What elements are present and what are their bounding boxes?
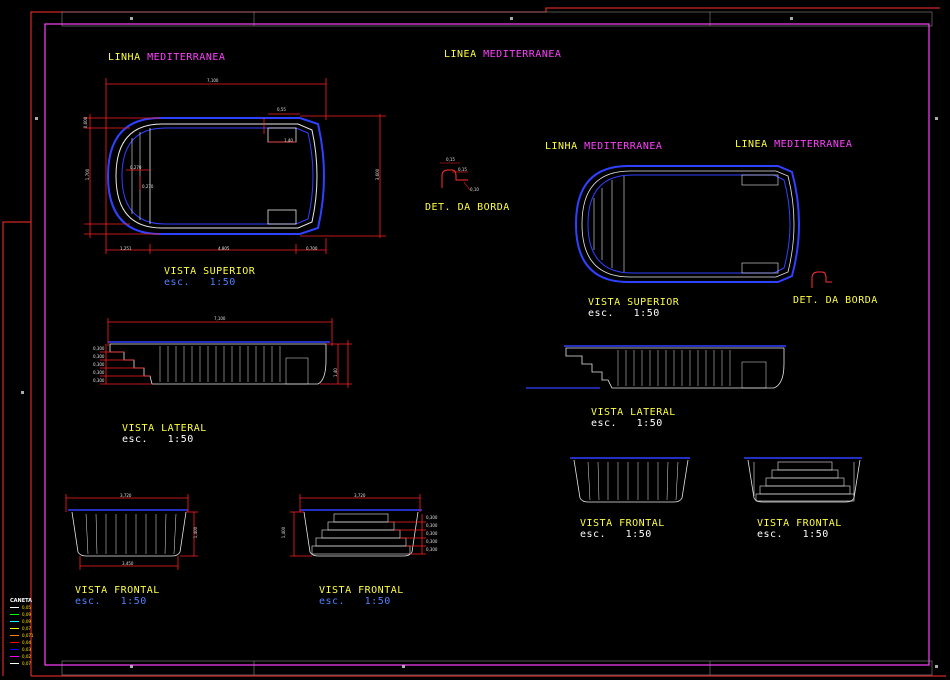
- dim-fr2-top: 3,720: [354, 493, 366, 498]
- dim-top-detail: 0,55: [277, 107, 286, 112]
- dim-top-left-mid: 1,700: [85, 168, 91, 181]
- legend-swatch: [10, 649, 19, 650]
- grip[interactable]: [790, 17, 793, 20]
- dim-fr2-side: 1,400: [281, 526, 287, 539]
- view-title-lateral-right: VISTA LATERAL: [591, 407, 676, 418]
- dim-fr1-side: 1,400: [193, 526, 199, 539]
- grip[interactable]: [130, 665, 133, 668]
- view-title-superior-left: VISTA SUPERIOR: [164, 266, 256, 277]
- dim-fr2-step: 0,300: [426, 539, 438, 544]
- dim-fr2-step: 0,300: [426, 547, 438, 552]
- dim-top-inner-a: 0,270: [130, 165, 142, 170]
- legend-label: 0,05: [22, 605, 31, 610]
- view-title-lateral-left: VISTA LATERAL: [122, 423, 207, 434]
- grip[interactable]: [21, 391, 24, 394]
- legend-label: 0,09: [22, 612, 31, 617]
- legend-swatch: [10, 614, 19, 615]
- dim-det-a: 0,15: [446, 157, 455, 162]
- legend-item: 0,05: [10, 604, 33, 611]
- pen-legend: CANETA 0,05 0,09 0,09 0,07 0,071 0,04 0,03 0,02…: [10, 598, 33, 667]
- cad-drawing-canvas[interactable]: [0, 0, 950, 680]
- legend-item: 0,03: [10, 646, 33, 653]
- dim-top-detail2: 1,40: [284, 138, 293, 143]
- det-borda-left-title: DET. DA BORDA: [425, 202, 510, 213]
- dim-fr1-bottom: 3,450: [122, 561, 134, 566]
- legend-label: 0,071: [22, 633, 34, 638]
- view-scale-frontal-3: esc. 1:50: [580, 529, 652, 540]
- view-scale-superior-right: esc. 1:50: [588, 308, 660, 319]
- legend-item: 0,02: [10, 653, 33, 660]
- legend-label: 0,07: [22, 661, 31, 666]
- dim-top-left-side: 0,600: [83, 116, 89, 129]
- dim-lat-step: 0,300: [93, 362, 105, 367]
- legend-label: 0,07: [22, 626, 31, 631]
- legend-item: 0,04: [10, 639, 33, 646]
- dim-fr2-step: 0,300: [426, 531, 438, 536]
- legend-swatch: [10, 635, 19, 636]
- legend-item: 0,09: [10, 611, 33, 618]
- view-title-frontal-1: VISTA FRONTAL: [75, 585, 160, 596]
- legend-label: 0,04: [22, 640, 31, 645]
- view-scale-frontal-1: esc. 1:50: [75, 596, 147, 607]
- dim-fr2-step: 0,300: [426, 515, 438, 520]
- legend-swatch: [10, 656, 19, 657]
- title-linha-left: LINHA MEDITERRANEA: [108, 52, 226, 63]
- view-title-frontal-4: VISTA FRONTAL: [757, 518, 842, 529]
- grip[interactable]: [510, 17, 513, 20]
- view-scale-frontal-4: esc. 1:50: [757, 529, 829, 540]
- grip[interactable]: [935, 665, 938, 668]
- legend-item: 0,071: [10, 632, 33, 639]
- dim-lat-step: 0,300: [93, 354, 105, 359]
- dim-lat-step: 0,300: [93, 370, 105, 375]
- dim-det-c: 0,10: [470, 187, 479, 192]
- dim-top-bottom-right: 0,700: [306, 246, 318, 251]
- grip[interactable]: [402, 665, 405, 668]
- view-title-frontal-2: VISTA FRONTAL: [319, 585, 404, 596]
- background: [0, 0, 950, 680]
- legend-item: 0,07: [10, 660, 33, 667]
- legend-item: 0,09: [10, 618, 33, 625]
- dim-top-right-tall: 3,600: [375, 168, 381, 181]
- grip[interactable]: [935, 117, 938, 120]
- legend-swatch: [10, 607, 19, 608]
- legend-swatch: [10, 621, 19, 622]
- title-linea-center: LINEA MEDITERRANEA: [444, 49, 562, 60]
- view-scale-frontal-2: esc. 1:50: [319, 596, 391, 607]
- legend-label: 0,09: [22, 619, 31, 624]
- dim-fr1-top: 3,720: [120, 493, 132, 498]
- dim-top-inner-b: 0,270: [142, 184, 154, 189]
- dim-top-bottom-mid: 4,805: [218, 246, 230, 251]
- dim-lat-right: 1,40: [332, 368, 338, 377]
- legend-swatch: [10, 642, 19, 643]
- det-borda-right-title: DET. DA BORDA: [793, 295, 878, 306]
- dim-det-b: 0,15: [458, 167, 467, 172]
- dim-lat-step: 0,300: [93, 346, 105, 351]
- legend-swatch: [10, 663, 19, 664]
- view-scale-lateral-left: esc. 1:50: [122, 434, 194, 445]
- legend-label: 0,02: [22, 654, 31, 659]
- dim-lat-overall: 7,100: [214, 316, 226, 321]
- title-linha-right: LINHA MEDITERRANEA: [545, 141, 663, 152]
- dim-top-overall: 7,100: [207, 78, 219, 83]
- view-title-superior-right: VISTA SUPERIOR: [588, 297, 680, 308]
- legend-label: 0,03: [22, 647, 31, 652]
- view-scale-superior-left: esc. 1:50: [164, 277, 236, 288]
- grip[interactable]: [130, 17, 133, 20]
- legend-item: 0,07: [10, 625, 33, 632]
- dim-lat-step: 0,300: [93, 378, 105, 383]
- dim-top-bottom-left: 1,251: [120, 246, 132, 251]
- legend-header: CANETA: [10, 598, 33, 604]
- dim-fr2-step: 0,300: [426, 523, 438, 528]
- view-scale-lateral-right: esc. 1:50: [591, 418, 663, 429]
- legend-swatch: [10, 628, 19, 629]
- title-linea-right: LINEA MEDITERRANEA: [735, 139, 853, 150]
- view-title-frontal-3: VISTA FRONTAL: [580, 518, 665, 529]
- grip[interactable]: [35, 117, 38, 120]
